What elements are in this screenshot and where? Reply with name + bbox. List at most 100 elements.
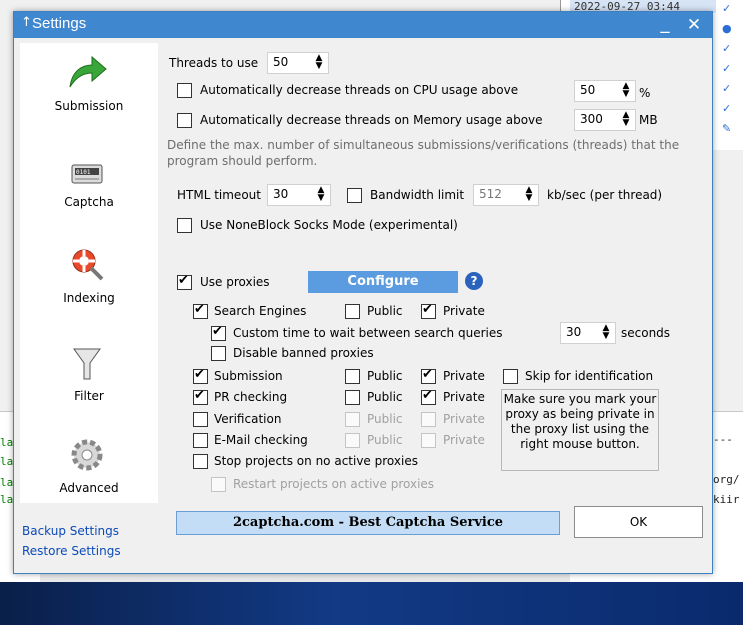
email-checking-checkbox[interactable] [193, 433, 208, 448]
stop-projects-label: Stop projects on no active proxies [214, 454, 418, 468]
stop-projects-checkbox[interactable] [193, 454, 208, 469]
public-label: Public [367, 433, 403, 447]
bandwidth-limit-checkbox[interactable] [347, 188, 362, 203]
pr-checking-public-checkbox[interactable] [345, 390, 360, 405]
sidebar-item-submission[interactable]: Submission [20, 43, 158, 133]
threads-value: 50 [273, 55, 289, 69]
pin-icon: ↑ [21, 15, 32, 30]
skip-identification-label: Skip for identification [525, 369, 654, 383]
noneblock-socks-label: Use NoneBlock Socks Mode (experimental) [200, 218, 458, 232]
sidebar-item-label: Advanced [59, 481, 119, 495]
threads-stepper[interactable]: 50 ▲ ▼ [267, 52, 329, 74]
disable-banned-checkbox[interactable] [211, 346, 226, 361]
funnel-icon [73, 348, 101, 380]
close-button[interactable]: ✕ [682, 12, 706, 38]
submission-private-checkbox[interactable] [421, 367, 436, 384]
skip-identification-checkbox[interactable] [503, 369, 518, 384]
cpu-decrease-checkbox[interactable] [177, 83, 192, 98]
public-label: Public [367, 412, 403, 426]
sidebar-item-captcha[interactable]: 0101 Captcha [20, 139, 158, 229]
restore-settings-link[interactable]: Restore Settings [22, 544, 121, 558]
search-engines-label: Search Engines [214, 304, 307, 318]
wait-seconds-stepper[interactable]: 30 ▲ ▼ [560, 322, 616, 344]
memory-threshold-stepper[interactable]: 300 ▲ ▼ [574, 109, 636, 131]
sidebar-item-label: Filter [74, 389, 104, 403]
spinner-arrows-icon[interactable]: ▲ ▼ [522, 186, 536, 203]
bandwidth-unit: kb/sec (per thread) [547, 188, 663, 202]
wait-seconds-value: 30 [566, 325, 582, 339]
status-icon: ✓ [722, 62, 732, 75]
noneblock-socks-checkbox[interactable] [177, 218, 192, 233]
wait-seconds-unit: seconds [621, 326, 671, 340]
submission-proxy-checkbox[interactable] [193, 367, 208, 384]
background-log-line: org/ [713, 473, 740, 486]
custom-wait-checkbox[interactable] [211, 324, 226, 341]
ok-button[interactable]: OK [574, 506, 703, 538]
sidebar-item-label: Captcha [64, 195, 114, 209]
background-icon-column: ✓ ● ✓ ✓ ✓ ✓ ✎ [712, 0, 743, 150]
verification-public-checkbox[interactable] [345, 412, 360, 427]
verification-proxy-checkbox[interactable] [193, 412, 208, 427]
html-timeout-value: 30 [273, 187, 289, 201]
status-icon: ✓ [722, 102, 732, 115]
desktop-wallpaper [0, 582, 743, 625]
help-icon[interactable]: ? [465, 272, 483, 290]
settings-sidebar: Submission 0101 Captcha Indexing Filter … [20, 43, 158, 503]
configure-proxies-button[interactable]: Configure [308, 271, 458, 293]
private-label: Private [443, 412, 485, 426]
private-label: Private [443, 433, 485, 447]
cpu-threshold-value: 50 [580, 83, 596, 97]
verification-proxy-label: Verification [214, 412, 282, 426]
html-timeout-stepper[interactable]: 30 ▲ ▼ [267, 184, 331, 206]
html-timeout-label: HTML timeout [177, 188, 261, 202]
submission-public-checkbox[interactable] [345, 369, 360, 384]
captcha-service-banner[interactable]: 2captcha.com - Best Captcha Service [176, 511, 560, 535]
title-bar[interactable]: ↑ Settings _ ✕ [14, 12, 712, 38]
restart-projects-label: Restart projects on active proxies [233, 477, 435, 491]
email-public-checkbox[interactable] [345, 433, 360, 448]
restart-projects-checkbox[interactable] [211, 477, 226, 492]
verification-private-checkbox[interactable] [421, 412, 436, 427]
search-engines-private-checkbox[interactable] [421, 302, 436, 319]
use-proxies-label: Use proxies [200, 275, 270, 289]
public-label: Public [367, 390, 403, 404]
bandwidth-limit-label: Bandwidth limit [370, 188, 465, 202]
spinner-arrows-icon[interactable]: ▲ ▼ [314, 186, 328, 203]
bandwidth-stepper[interactable]: 512 ▲ ▼ [473, 184, 539, 206]
private-label: Private [443, 369, 485, 383]
submission-proxy-label: Submission [214, 369, 283, 383]
memory-decrease-label: Automatically decrease threads on Memory… [200, 113, 543, 127]
private-label: Private [443, 390, 485, 404]
cpu-threshold-stepper[interactable]: 50 ▲ ▼ [574, 80, 636, 102]
search-engines-checkbox[interactable] [193, 302, 208, 319]
spinner-arrows-icon[interactable]: ▲ ▼ [599, 324, 613, 341]
spinner-arrows-icon[interactable]: ▲ ▼ [312, 54, 326, 71]
background-log-line: --- [713, 433, 733, 446]
pr-checking-checkbox[interactable] [193, 388, 208, 405]
status-icon: ✓ [722, 2, 732, 15]
spinner-arrows-icon[interactable]: ▲ ▼ [619, 82, 633, 99]
minimize-button[interactable]: _ [654, 12, 676, 38]
use-proxies-checkbox[interactable] [177, 273, 192, 290]
spinner-arrows-icon[interactable]: ▲ ▼ [619, 111, 633, 128]
cpu-decrease-label: Automatically decrease threads on CPU us… [200, 83, 519, 97]
sidebar-item-filter[interactable]: Filter [20, 333, 158, 423]
backup-settings-link[interactable]: Backup Settings [22, 524, 119, 538]
status-icon: ✓ [722, 42, 732, 55]
green-arrow-icon [69, 55, 107, 88]
pr-checking-private-checkbox[interactable] [421, 388, 436, 405]
cpu-unit: % [639, 86, 651, 100]
search-engines-public-checkbox[interactable] [345, 304, 360, 319]
private-proxy-note: Make sure you mark your proxy as being p… [501, 389, 659, 471]
sidebar-item-indexing[interactable]: Indexing [20, 235, 158, 325]
sidebar-item-label: Submission [54, 99, 124, 113]
email-private-checkbox[interactable] [421, 433, 436, 448]
note-line: proxy as being private in [505, 407, 655, 421]
note-line: Make sure you mark your [503, 392, 657, 406]
sidebar-item-advanced[interactable]: Advanced [20, 425, 158, 515]
memory-decrease-checkbox[interactable] [177, 113, 192, 128]
email-checking-label: E-Mail checking [214, 433, 308, 447]
sidebar-item-label: Indexing [63, 291, 115, 305]
threads-label: Threads to use [169, 56, 259, 70]
custom-wait-label: Custom time to wait between search queri… [233, 326, 503, 340]
